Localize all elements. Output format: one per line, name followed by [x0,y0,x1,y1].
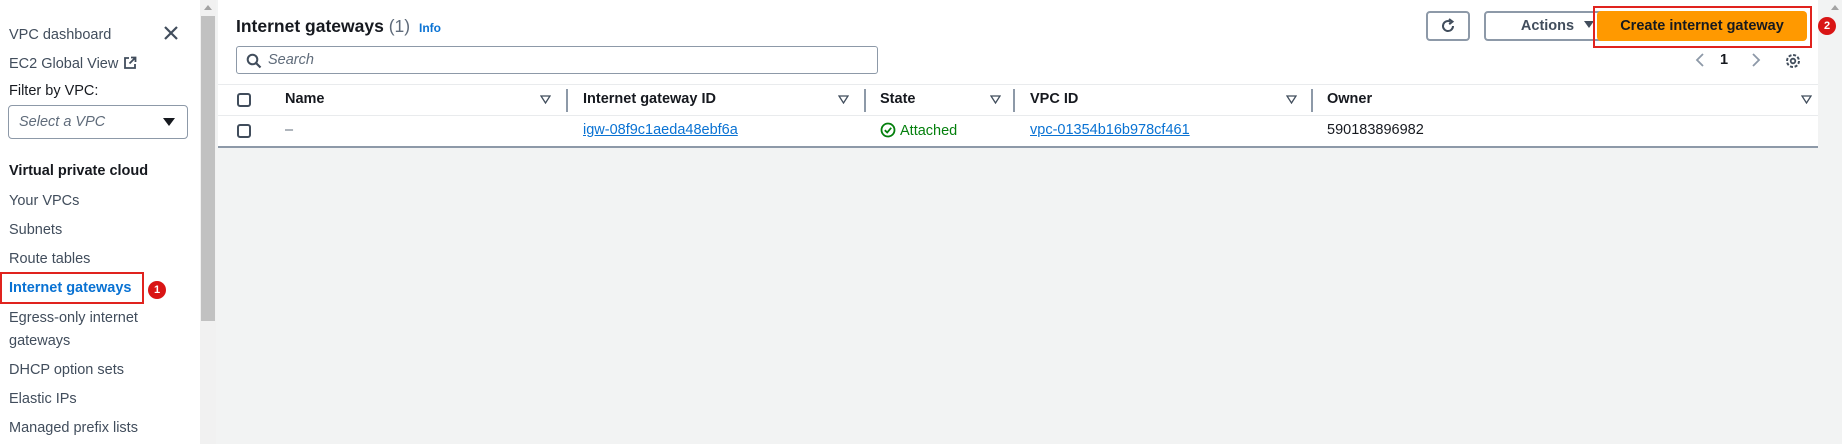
page-title-count: (1) [388,16,411,36]
sidebar-link-ec2-global-view[interactable]: EC2 Global View [9,56,137,72]
filter-by-vpc-label: Filter by VPC: [9,83,99,99]
sidebar-item-your-vpcs[interactable]: Your VPCs [9,193,79,209]
cell-name: – [285,122,294,138]
chevron-right-icon[interactable] [1750,52,1762,68]
sidebar-scrollbar-thumb[interactable] [201,16,215,321]
section-title-virtual-private-cloud: Virtual private cloud [9,163,149,179]
sidebar-item-internet-gateways[interactable]: Internet gateways [9,280,132,296]
info-link[interactable]: Info [419,21,441,35]
sidebar-item-route-tables[interactable]: Route tables [9,251,90,267]
select-all-checkbox[interactable] [237,93,251,107]
refresh-button[interactable] [1426,11,1470,41]
cell-vpc-id-link[interactable]: vpc-01354b16b978cf461 [1030,122,1190,138]
main-scroll-up-arrow-icon[interactable] [1831,5,1839,10]
column-header-state[interactable]: State [880,91,915,107]
pagination-page-number[interactable]: 1 [1720,52,1728,68]
sort-icon[interactable] [1801,95,1812,104]
external-link-icon [124,56,137,69]
cell-state-text: Attached [900,123,958,139]
cell-internet-gateway-id-link[interactable]: igw-08f9c1aeda48ebf6a [583,122,738,138]
column-header-name[interactable]: Name [285,91,325,107]
row-checkbox[interactable] [237,124,251,138]
scroll-up-arrow-icon[interactable] [204,5,212,10]
refresh-icon [1442,18,1455,32]
gear-icon[interactable] [1784,52,1802,70]
status-success-icon [880,122,896,138]
sort-icon[interactable] [540,95,551,104]
cell-state: Attached [880,122,957,139]
page-title-text: Internet gateways [236,16,384,36]
page-title: Internet gateways (1) [236,16,410,37]
sidebar-item-egress-only-internet-gateways-line2[interactable]: gateways [9,333,70,349]
caret-down-icon [163,118,175,126]
search-icon [246,53,262,69]
sidebar-item-elastic-ips[interactable]: Elastic IPs [9,391,77,407]
vpc-filter-select[interactable]: Select a VPC [8,105,188,139]
sidebar-item-subnets[interactable]: Subnets [9,222,62,238]
sidebar-link-vpc-dashboard[interactable]: VPC dashboard [9,27,111,43]
search-input[interactable]: Search [236,46,878,74]
column-divider[interactable] [864,89,866,112]
search-placeholder: Search [268,52,314,68]
column-header-owner[interactable]: Owner [1327,91,1372,107]
vpc-filter-placeholder: Select a VPC [19,114,106,130]
ec2-global-view-label: EC2 Global View [9,56,119,72]
chevron-left-icon[interactable] [1694,52,1706,68]
sort-icon[interactable] [838,95,849,104]
sidebar-item-managed-prefix-lists[interactable]: Managed prefix lists [9,420,138,436]
table-header [218,84,1818,116]
sidebar-item-dhcp-option-sets[interactable]: DHCP option sets [9,362,124,378]
column-divider[interactable] [1311,89,1313,112]
sidebar-item-egress-only-internet-gateways[interactable]: Egress-only internet [9,310,138,326]
sort-icon[interactable] [1286,95,1297,104]
step-badge-2: 2 [1818,17,1836,35]
column-divider[interactable] [1013,89,1015,112]
close-icon[interactable] [160,22,182,44]
sidebar: VPC dashboard EC2 Global View Filter by … [0,0,198,444]
step-badge-1: 1 [148,281,166,299]
actions-button-label: Actions [1520,18,1575,34]
column-header-vpc-id[interactable]: VPC ID [1030,91,1078,107]
cell-owner: 590183896982 [1327,122,1424,138]
column-divider[interactable] [566,89,568,112]
sort-icon[interactable] [990,95,1001,104]
create-internet-gateway-button[interactable]: Create internet gateway [1597,11,1807,41]
column-header-internet-gateway-id[interactable]: Internet gateway ID [583,91,716,107]
